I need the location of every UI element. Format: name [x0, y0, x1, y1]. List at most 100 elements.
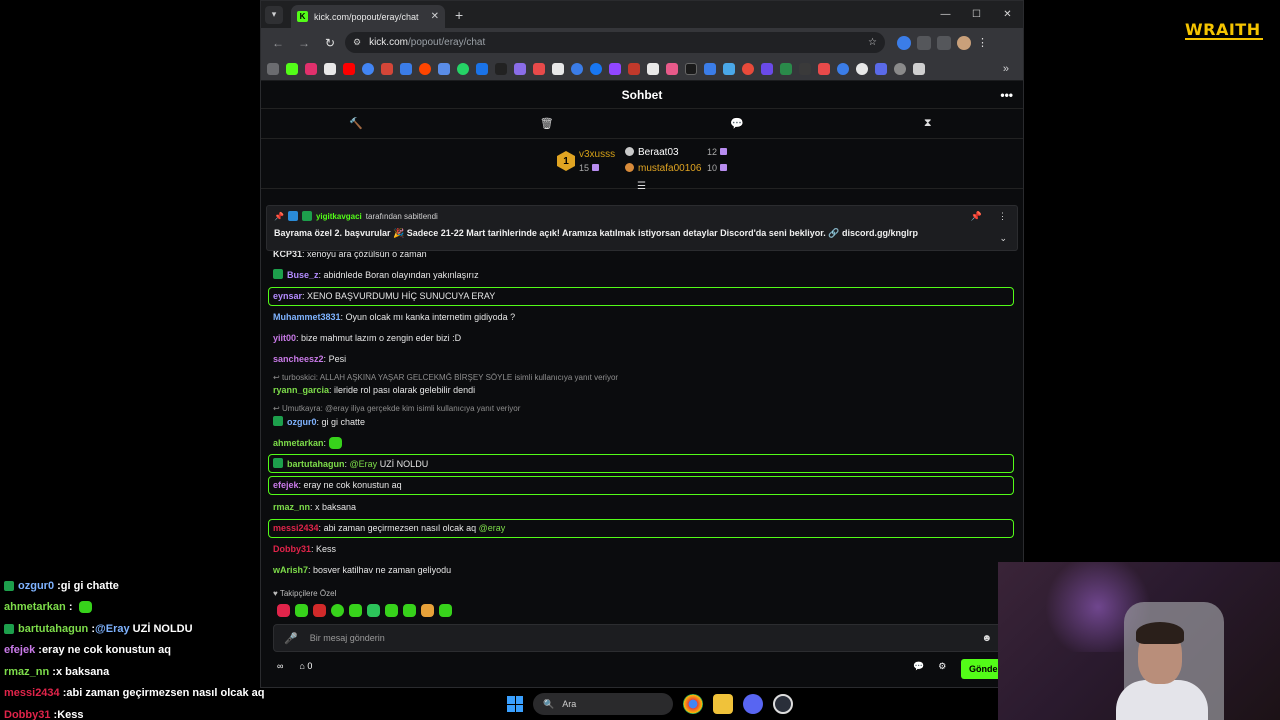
chat-message[interactable]: messi2434: abi zaman geçirmezsen nasıl o… [273, 523, 505, 533]
reply-context[interactable]: ↩ Umutkayra: @eray iliya gerçekde kim is… [273, 404, 520, 413]
bookmark-icon[interactable] [913, 62, 925, 75]
chat-message[interactable]: yiit00: bize mahmut lazım o zengin eder … [273, 333, 461, 343]
emote-icon[interactable] [331, 604, 344, 617]
back-button[interactable]: ← [267, 36, 289, 50]
emote-icon[interactable] [385, 604, 398, 617]
bookmark-icon[interactable] [685, 62, 697, 75]
chevron-down-icon[interactable]: ⌄ [999, 233, 1007, 244]
chat-message[interactable]: ryann_garcia: ileride rol pası olarak ge… [273, 385, 475, 395]
leader-third[interactable]: mustafa00106 [625, 163, 701, 174]
points-display[interactable]: ⌂ 0 [299, 661, 312, 671]
bookmark-icon[interactable] [837, 62, 849, 75]
bookmark-icon[interactable] [723, 62, 735, 75]
bookmark-icon[interactable] [552, 62, 564, 75]
steam-icon[interactable] [773, 694, 793, 714]
bookmark-icon[interactable] [495, 62, 507, 75]
bookmark-icon[interactable] [856, 62, 868, 75]
bookmark-whatsapp-icon[interactable] [457, 62, 469, 75]
bookmark-icon[interactable] [780, 62, 792, 75]
menu-icon[interactable]: ⋮ [977, 36, 988, 49]
pinned-by-user[interactable]: yigitkavgaci [316, 212, 362, 221]
bookmark-icon[interactable] [438, 62, 450, 75]
apps-icon[interactable] [267, 62, 279, 75]
hourglass-icon[interactable]: ⧗ [833, 109, 1024, 138]
bookmark-google-icon[interactable] [362, 62, 374, 75]
bookmark-star-icon[interactable]: ☆ [868, 37, 877, 48]
bookmark-gmail-icon[interactable] [381, 62, 393, 75]
bookmark-icon[interactable] [818, 62, 830, 75]
chat-options-icon[interactable]: ••• [1000, 88, 1013, 102]
emote-icon[interactable] [403, 604, 416, 617]
pinned-options-icon[interactable]: ⋮ [998, 211, 1007, 222]
bookmark-x-icon[interactable] [324, 62, 336, 75]
leader-second[interactable]: Beraat03 [625, 147, 679, 158]
unpin-icon[interactable]: 📌 [971, 211, 982, 222]
chat-message[interactable]: wArish7: bosver katilhav ne zaman geliyo… [273, 565, 451, 575]
chat-bubble-icon[interactable]: 💬 [913, 661, 924, 672]
chat-message[interactable]: Buse_z: abidnlede Boran olayından yakınl… [273, 269, 479, 280]
bookmark-icon[interactable] [666, 62, 678, 75]
tab-kick-chat[interactable]: K kick.com/popout/eray/chat ✕ [291, 5, 445, 28]
media-icon[interactable] [937, 35, 951, 50]
bookmark-icon[interactable] [533, 62, 545, 75]
chat-message[interactable]: sancheesz2: Pesi [273, 354, 346, 364]
bookmark-icon[interactable] [799, 62, 811, 75]
chat-message[interactable]: bartutahagun: @Eray UZİ NOLDU [273, 458, 428, 469]
bookmark-icon[interactable] [894, 62, 906, 75]
bookmark-youtube-icon[interactable] [343, 62, 355, 75]
hammer-icon[interactable]: 🔨 [261, 109, 452, 138]
puzzle-icon[interactable] [917, 35, 931, 50]
reload-button[interactable]: ↻ [319, 36, 341, 50]
trash-icon[interactable]: 🗑 [452, 109, 643, 138]
bookmark-facebook-icon[interactable] [590, 62, 602, 75]
chat-message[interactable]: eynsar: XENO BAŞVURDUMU HİÇ SUNUCUYA ERA… [273, 291, 495, 301]
forward-button[interactable]: → [293, 36, 315, 50]
microphone-icon[interactable]: 🎤 [284, 632, 298, 645]
extension-icon[interactable] [897, 35, 911, 50]
bookmark-icon[interactable] [400, 62, 412, 75]
minimize-button[interactable]: — [930, 1, 961, 28]
emote-icon[interactable] [313, 604, 326, 617]
bookmark-icon[interactable] [761, 62, 773, 75]
channel-points-icon[interactable]: ∞ [277, 661, 283, 671]
bookmark-icon[interactable] [571, 62, 583, 75]
leader-first-name[interactable]: v3xusss [579, 149, 615, 160]
emote-icon[interactable] [421, 604, 434, 617]
bookmark-icon[interactable] [647, 62, 659, 75]
site-settings-icon[interactable]: ⚙ [353, 37, 361, 48]
avatar[interactable] [957, 35, 971, 50]
chat-bubble-icon[interactable]: 💬 [642, 109, 833, 138]
emote-icon[interactable] [367, 604, 380, 617]
emote-icon[interactable] [439, 604, 452, 617]
chrome-icon[interactable] [683, 694, 703, 714]
bookmark-icon[interactable] [514, 62, 526, 75]
bookmark-kick-icon[interactable] [286, 62, 298, 75]
gear-icon[interactable]: ⚙ [938, 661, 946, 672]
tab-search-button[interactable]: ▾ [265, 5, 283, 24]
file-explorer-icon[interactable] [713, 694, 733, 714]
emote-icon[interactable] [277, 604, 290, 617]
chat-message[interactable]: ozgur0: gi gi chatte [273, 416, 365, 427]
reply-context[interactable]: ↩ turboskici: ALLAH AŞKINA YAŞAR GELCEKM… [273, 373, 618, 382]
chat-message[interactable]: rmaz_nn: x baksana [273, 502, 356, 512]
window-close-button[interactable]: ✕ [992, 1, 1023, 28]
chat-message[interactable]: ahmetarkan: [273, 437, 342, 449]
emote-icon[interactable] [295, 604, 308, 617]
url-field[interactable]: ⚙ kick.com/popout/eray/chat ☆ [345, 32, 885, 53]
chat-message[interactable]: efejek: eray ne cok konustun aq [273, 480, 402, 490]
emote-icon[interactable] [349, 604, 362, 617]
emoji-picker-icon[interactable]: ☻ [981, 633, 992, 644]
bookmark-instagram-icon[interactable] [305, 62, 317, 75]
close-icon[interactable]: ✕ [431, 11, 439, 22]
new-tab-button[interactable]: + [455, 7, 463, 23]
message-input[interactable]: 🎤 Bir mesaj gönderin ☻ [273, 624, 1003, 652]
maximize-button[interactable]: ☐ [961, 1, 992, 28]
windows-start-icon[interactable] [507, 696, 523, 712]
discord-icon[interactable] [743, 694, 763, 714]
bookmark-twitch-icon[interactable] [609, 62, 621, 75]
bookmark-icon[interactable] [628, 62, 640, 75]
collapse-leaderboard-icon[interactable]: ☰ [637, 181, 646, 192]
bookmark-icon[interactable] [875, 62, 887, 75]
bookmark-icon[interactable] [742, 62, 754, 75]
taskbar-search[interactable]: 🔍 Ara [533, 693, 673, 715]
